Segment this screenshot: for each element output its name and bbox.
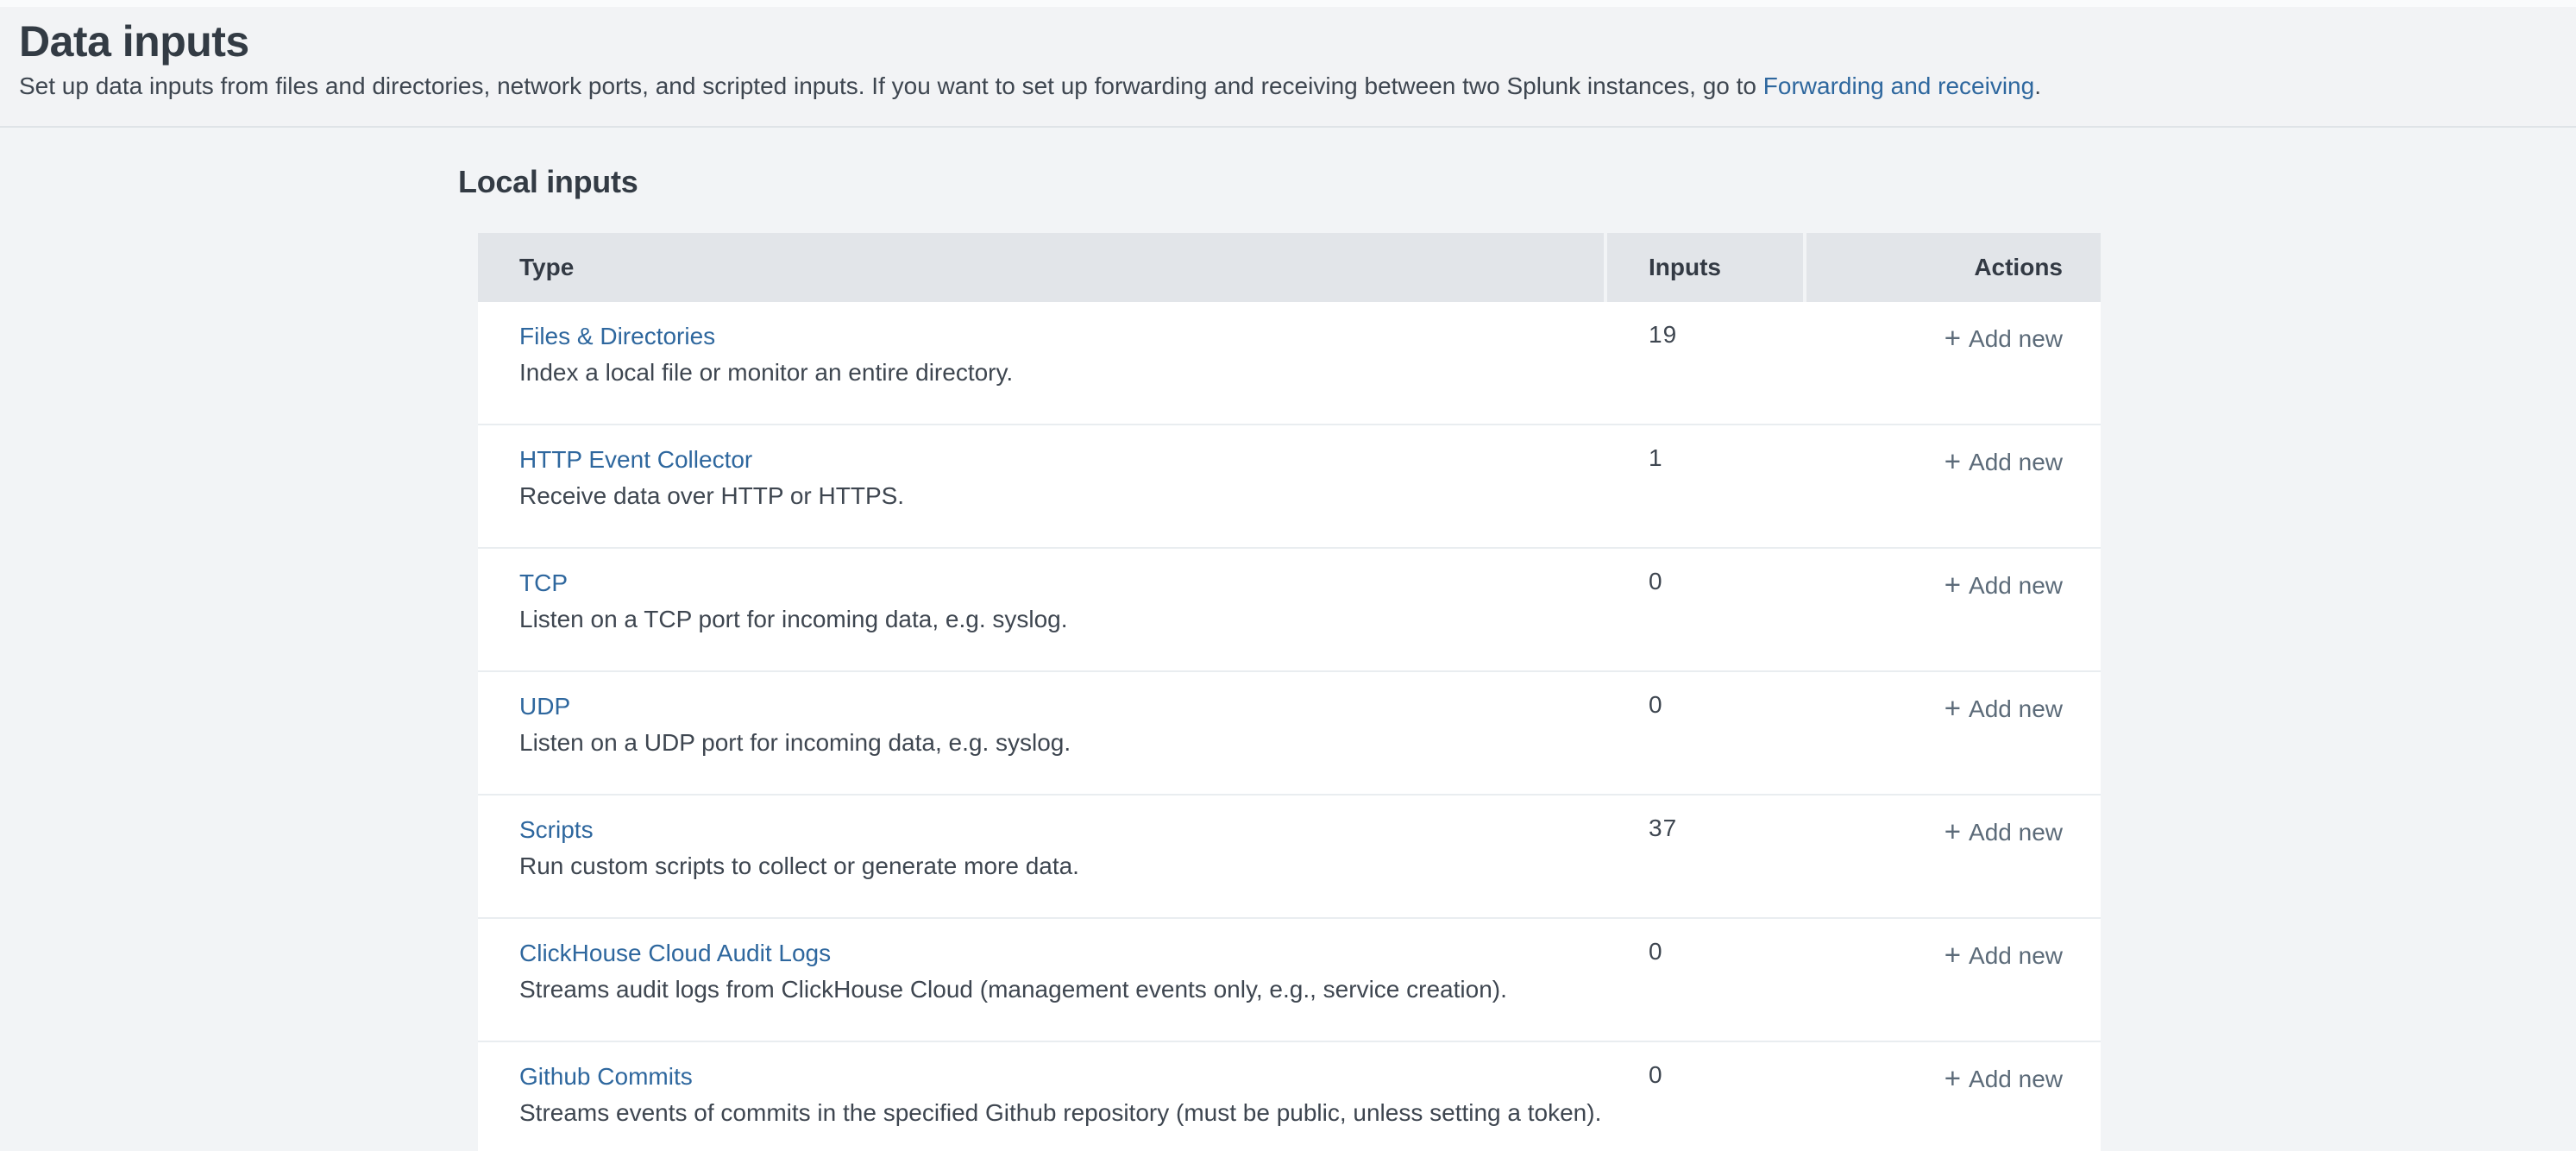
add-new-label: Add new bbox=[1969, 819, 2063, 846]
actions-cell: + Add new bbox=[1806, 302, 2101, 424]
type-cell: Files & Directories Index a local file o… bbox=[478, 302, 1607, 424]
input-type-link[interactable]: HTTP Event Collector bbox=[519, 444, 752, 475]
forwarding-and-receiving-link[interactable]: Forwarding and receiving bbox=[1763, 72, 2034, 99]
add-new-label: Add new bbox=[1969, 1066, 2063, 1093]
local-inputs-table: Type Inputs Actions Files & Directories … bbox=[478, 233, 2101, 1151]
table-row: UDP Listen on a UDP port for incoming da… bbox=[478, 672, 2101, 796]
plus-icon: + bbox=[1945, 322, 1961, 355]
input-type-link[interactable]: ClickHouse Cloud Audit Logs bbox=[519, 938, 831, 969]
section-heading-local-inputs: Local inputs bbox=[458, 164, 2576, 200]
input-type-description: Listen on a TCP port for incoming data, … bbox=[519, 604, 1607, 635]
table-row: Scripts Run custom scripts to collect or… bbox=[478, 796, 2101, 919]
type-cell: UDP Listen on a UDP port for incoming da… bbox=[478, 672, 1607, 794]
inputs-count-cell: 0 bbox=[1607, 672, 1806, 794]
table-row: TCP Listen on a TCP port for incoming da… bbox=[478, 549, 2101, 672]
add-new-label: Add new bbox=[1969, 325, 2063, 353]
plus-icon: + bbox=[1945, 815, 1961, 848]
add-new-button[interactable]: + Add new bbox=[1945, 321, 2063, 354]
input-type-description: Streams audit logs from ClickHouse Cloud… bbox=[519, 974, 1607, 1005]
add-new-label: Add new bbox=[1969, 942, 2063, 970]
table-header-row: Type Inputs Actions bbox=[478, 233, 2101, 302]
inputs-count: 1 bbox=[1649, 444, 1663, 471]
input-type-link[interactable]: TCP bbox=[519, 568, 568, 599]
inputs-count-cell: 1 bbox=[1607, 425, 1806, 547]
plus-icon: + bbox=[1945, 692, 1961, 725]
inputs-count: 0 bbox=[1649, 691, 1663, 718]
table-row: Files & Directories Index a local file o… bbox=[478, 302, 2101, 425]
input-type-description: Streams events of commits in the specifi… bbox=[519, 1098, 1607, 1129]
add-new-button[interactable]: + Add new bbox=[1945, 1061, 2063, 1094]
page-subtitle: Set up data inputs from files and direct… bbox=[19, 72, 2576, 101]
add-new-button[interactable]: + Add new bbox=[1945, 444, 2063, 477]
table-row: ClickHouse Cloud Audit Logs Streams audi… bbox=[478, 919, 2101, 1042]
input-type-link[interactable]: Github Commits bbox=[519, 1061, 693, 1092]
inputs-count-cell: 0 bbox=[1607, 919, 1806, 1041]
input-type-link[interactable]: Scripts bbox=[519, 815, 594, 846]
inputs-count-cell: 37 bbox=[1607, 796, 1806, 917]
inputs-count: 0 bbox=[1649, 938, 1663, 965]
table-body: Files & Directories Index a local file o… bbox=[478, 302, 2101, 1151]
actions-cell: + Add new bbox=[1806, 672, 2101, 794]
add-new-label: Add new bbox=[1969, 695, 2063, 723]
add-new-label: Add new bbox=[1969, 572, 2063, 600]
type-cell: Scripts Run custom scripts to collect or… bbox=[478, 796, 1607, 917]
type-cell: Github Commits Streams events of commits… bbox=[478, 1042, 1607, 1151]
add-new-button[interactable]: + Add new bbox=[1945, 568, 2063, 601]
inputs-count: 0 bbox=[1649, 568, 1663, 594]
input-type-description: Index a local file or monitor an entire … bbox=[519, 357, 1607, 388]
content-area: Local inputs Type Inputs Actions Files &… bbox=[0, 128, 2576, 1151]
plus-icon: + bbox=[1945, 1062, 1961, 1095]
actions-cell: + Add new bbox=[1806, 425, 2101, 547]
actions-cell: + Add new bbox=[1806, 549, 2101, 670]
plus-icon: + bbox=[1945, 569, 1961, 601]
column-header-actions: Actions bbox=[1806, 233, 2101, 302]
table-row: Github Commits Streams events of commits… bbox=[478, 1042, 2101, 1151]
input-type-link[interactable]: UDP bbox=[519, 691, 570, 722]
inputs-count-cell: 19 bbox=[1607, 302, 1806, 424]
actions-cell: + Add new bbox=[1806, 919, 2101, 1041]
input-type-link[interactable]: Files & Directories bbox=[519, 321, 715, 352]
table-row: HTTP Event Collector Receive data over H… bbox=[478, 425, 2101, 549]
add-new-button[interactable]: + Add new bbox=[1945, 938, 2063, 971]
type-cell: TCP Listen on a TCP port for incoming da… bbox=[478, 549, 1607, 670]
actions-cell: + Add new bbox=[1806, 1042, 2101, 1151]
column-header-inputs: Inputs bbox=[1607, 233, 1803, 302]
add-new-label: Add new bbox=[1969, 449, 2063, 476]
input-type-description: Run custom scripts to collect or generat… bbox=[519, 851, 1607, 882]
page-header: Data inputs Set up data inputs from file… bbox=[0, 0, 2576, 128]
input-type-description: Receive data over HTTP or HTTPS. bbox=[519, 481, 1607, 512]
type-cell: HTTP Event Collector Receive data over H… bbox=[478, 425, 1607, 547]
inputs-count: 37 bbox=[1649, 815, 1677, 841]
page-title: Data inputs bbox=[19, 19, 2576, 64]
inputs-count: 19 bbox=[1649, 321, 1677, 348]
subtitle-text: Set up data inputs from files and direct… bbox=[19, 72, 1763, 99]
inputs-count-cell: 0 bbox=[1607, 549, 1806, 670]
add-new-button[interactable]: + Add new bbox=[1945, 815, 2063, 847]
plus-icon: + bbox=[1945, 445, 1961, 478]
inputs-count: 0 bbox=[1649, 1061, 1663, 1088]
inputs-count-cell: 0 bbox=[1607, 1042, 1806, 1151]
input-type-description: Listen on a UDP port for incoming data, … bbox=[519, 727, 1607, 758]
subtitle-period: . bbox=[2034, 72, 2041, 99]
plus-icon: + bbox=[1945, 939, 1961, 972]
actions-cell: + Add new bbox=[1806, 796, 2101, 917]
column-header-type: Type bbox=[478, 233, 1604, 302]
add-new-button[interactable]: + Add new bbox=[1945, 691, 2063, 724]
type-cell: ClickHouse Cloud Audit Logs Streams audi… bbox=[478, 919, 1607, 1041]
